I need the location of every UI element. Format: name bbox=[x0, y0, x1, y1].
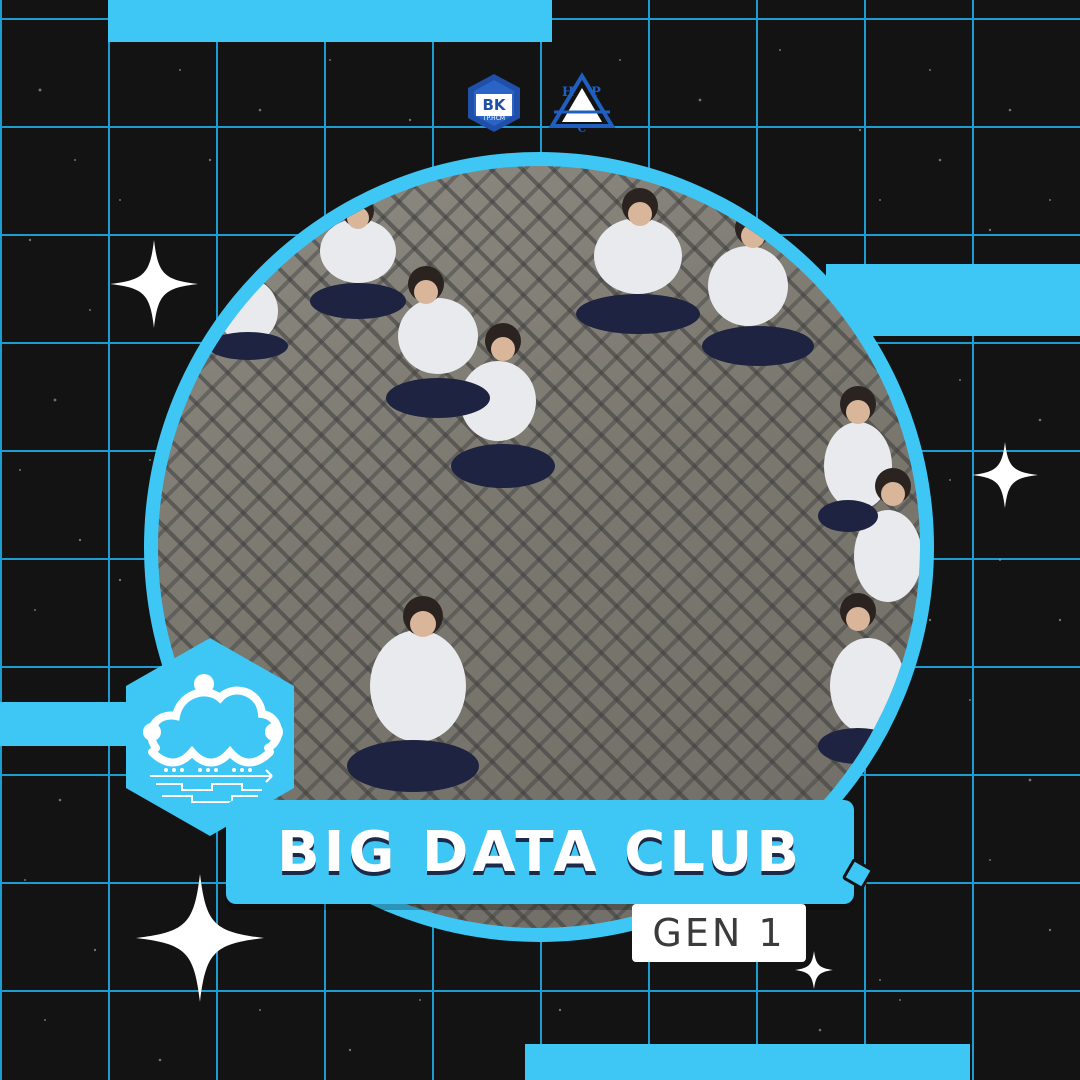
sparkle-icon bbox=[795, 951, 833, 989]
bottom-accent-bar bbox=[525, 1044, 970, 1080]
top-accent-bar bbox=[108, 0, 552, 42]
bk-logo: BK TP.HCM bbox=[468, 74, 520, 132]
title-banner-dot bbox=[841, 857, 875, 891]
sparkle-icon bbox=[136, 874, 264, 1002]
hpc-logo: H P C bbox=[548, 72, 616, 134]
poster: BK TP.HCM H P C BIG DATA CLUB GEN 1 bbox=[0, 0, 1080, 1080]
partner-logos: BK TP.HCM H P C bbox=[468, 72, 616, 134]
hpc-letter-h: H bbox=[562, 85, 574, 100]
left-accent-bar bbox=[0, 702, 140, 746]
bk-logo-subtext: TP.HCM bbox=[482, 115, 505, 122]
hpc-letter-c: C bbox=[578, 122, 587, 134]
sparkle-icon bbox=[110, 240, 198, 328]
generation-badge: GEN 1 bbox=[632, 904, 806, 962]
generation-label: GEN 1 bbox=[652, 911, 786, 955]
title-banner: BIG DATA CLUB bbox=[226, 800, 875, 904]
hpc-letter-p: P bbox=[591, 85, 601, 100]
bk-logo-text: BK bbox=[482, 96, 506, 114]
sparkle-icon bbox=[972, 442, 1038, 508]
club-title: BIG DATA CLUB bbox=[276, 819, 804, 885]
